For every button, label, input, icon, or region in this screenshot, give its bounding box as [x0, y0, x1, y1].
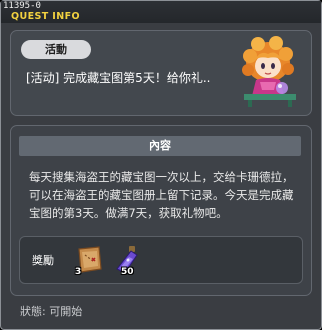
reward-label: 獎勵 — [32, 254, 54, 267]
content-panel: 內容 每天搜集海盗王的藏宝图一次以上，交给卡珊德拉，可以在海盗王的藏宝图册上留下… — [10, 125, 312, 296]
quest-name: [活动] 完成藏宝图第5天！给你礼.. — [26, 71, 211, 85]
npc-portrait-icon — [242, 36, 296, 107]
reward-item-1-quantity: 3 — [75, 267, 82, 277]
quest-header-panel: 活動 [活动] 完成藏宝图第5天！给你礼.. — [10, 30, 312, 116]
reward-item-2-quantity: 50 — [121, 267, 134, 277]
reward-item-1[interactable]: 3 — [73, 243, 107, 277]
category-tag: 活動 — [21, 40, 91, 59]
quest-status: 狀態: 可開始 — [20, 305, 83, 318]
reward-box: 獎勵 3 50 — [19, 236, 303, 284]
reward-item-2[interactable]: 50 — [109, 243, 143, 277]
content-section-header: 內容 — [19, 136, 301, 156]
quest-description: 每天搜集海盗王的藏宝图一次以上，交给卡珊德拉，可以在海盗王的藏宝图册上留下记录。… — [29, 170, 294, 220]
quest-info-window: 11395-0 QUEST INFO 活動 [活动] 完成藏宝图第5天！给你礼.… — [0, 0, 322, 330]
window-title: QUEST INFO — [11, 11, 80, 22]
title-bar[interactable]: 11395-0 QUEST INFO — [1, 1, 321, 23]
